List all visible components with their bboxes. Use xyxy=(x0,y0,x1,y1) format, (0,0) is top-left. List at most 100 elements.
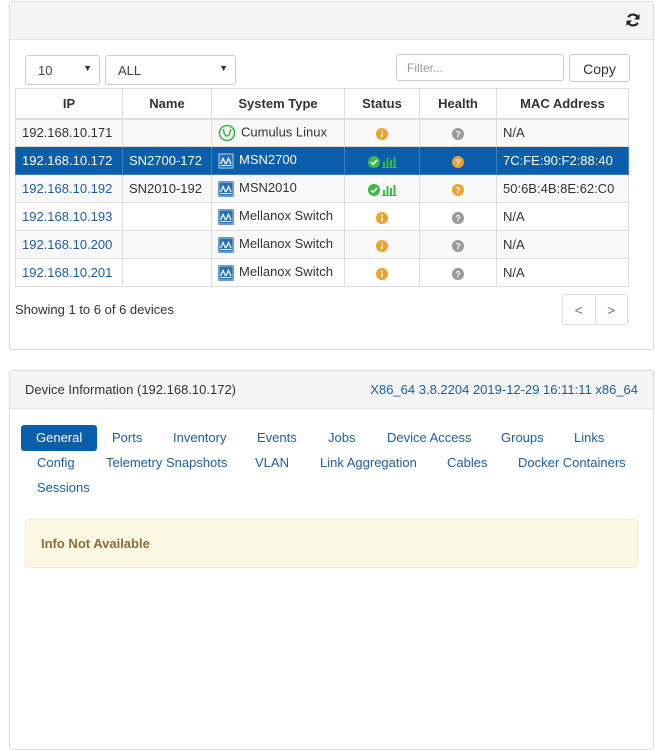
cell-system-type: Mellanox Switch xyxy=(211,230,345,259)
mellanox-icon xyxy=(218,236,234,253)
tab-config[interactable]: Config xyxy=(37,455,75,470)
tab-vlan[interactable]: VLAN xyxy=(255,455,289,470)
cell-health: ? xyxy=(419,230,497,259)
svg-text:?: ? xyxy=(455,269,461,279)
system-type-label: Cumulus Linux xyxy=(241,124,327,140)
svg-text:?: ? xyxy=(455,213,461,223)
table-row[interactable]: 192.168.10.172 SN2700-172 MSN2700? 7C:FE:90… xyxy=(15,146,629,175)
cell-ip[interactable]: 192.168.10.192 xyxy=(15,174,123,203)
mellanox-icon xyxy=(218,208,234,225)
column-header-system-type[interactable]: System Type xyxy=(211,88,345,120)
bar-chart-icon[interactable] xyxy=(381,184,397,196)
cell-name: SN2700-172 xyxy=(122,146,212,175)
cell-status xyxy=(344,258,420,287)
system-type-label: MSN2700 xyxy=(239,152,297,168)
cell-health: ? xyxy=(419,202,497,231)
question-icon: ? xyxy=(452,211,464,224)
cell-ip[interactable]: 192.168.10.200 xyxy=(15,230,123,259)
cell-status xyxy=(344,118,420,147)
cell-mac: N/A xyxy=(496,258,629,287)
cell-health: ? xyxy=(419,174,497,203)
device-info-header: Device Information (192.168.10.172) X86_… xyxy=(10,371,653,409)
table-row[interactable]: 192.168.10.193 Mellanox Switch? N/A xyxy=(15,202,629,231)
cell-system-type: Mellanox Switch xyxy=(211,202,345,231)
cell-ip[interactable]: 192.168.10.201 xyxy=(15,258,123,287)
column-header-status[interactable]: Status xyxy=(344,88,420,120)
type-filter-select[interactable]: ALL ▼ xyxy=(105,55,236,85)
type-filter-value: ALL xyxy=(118,63,142,78)
tab-jobs[interactable]: Jobs xyxy=(328,430,355,445)
filter-input[interactable] xyxy=(396,54,564,81)
svg-text:?: ? xyxy=(455,129,461,139)
tab-general[interactable]: General xyxy=(21,425,98,451)
tab-telemetry-snapshots[interactable]: Telemetry Snapshots xyxy=(106,455,227,470)
column-header-ip[interactable]: IP xyxy=(15,88,123,120)
tab-inventory[interactable]: Inventory xyxy=(173,430,226,445)
mellanox-icon xyxy=(218,152,234,169)
cell-ip[interactable]: 192.168.10.172 xyxy=(15,146,123,175)
device-info-panel: Device Information (192.168.10.172) X86_… xyxy=(9,370,654,750)
table-header-row: IP Name System Type Status Health MAC Ad… xyxy=(15,88,629,120)
info-icon xyxy=(376,127,388,140)
tab-links[interactable]: Links xyxy=(574,430,604,445)
cell-mac: 50:6B:4B:8E:62:C0 xyxy=(496,174,629,203)
cell-name xyxy=(122,202,212,231)
refresh-icon[interactable] xyxy=(625,12,641,28)
cell-name: SN2010-192 xyxy=(122,174,212,203)
column-header-name[interactable]: Name xyxy=(122,88,212,120)
prev-page-button[interactable]: < xyxy=(563,295,596,324)
system-type-label: Mellanox Switch xyxy=(239,208,333,224)
tab-events[interactable]: Events xyxy=(257,430,297,445)
info-icon xyxy=(376,239,388,252)
cell-health: ? xyxy=(419,146,497,175)
table-row[interactable]: 192.168.10.171 Cumulus Linux? N/A xyxy=(15,118,629,147)
info-alert: Info Not Available xyxy=(25,519,638,568)
system-type-label: MSN2010 xyxy=(239,180,297,196)
system-type-label: Mellanox Switch xyxy=(239,264,333,280)
check-circle-icon xyxy=(367,183,380,196)
devices-table: IP Name System Type Status Health MAC Ad… xyxy=(15,88,629,287)
cell-status xyxy=(344,230,420,259)
system-type-label: Mellanox Switch xyxy=(239,236,333,252)
tab-link-aggregation[interactable]: Link Aggregation xyxy=(320,455,417,470)
question-icon: ? xyxy=(452,239,464,252)
devices-panel-header xyxy=(10,2,653,40)
tab-cables[interactable]: Cables xyxy=(447,455,487,470)
device-version: X86_64 3.8.2204 2019-12-29 16:11:11 x86_… xyxy=(370,382,638,397)
svg-text:?: ? xyxy=(455,241,461,251)
table-row[interactable]: 192.168.10.201 Mellanox Switch? N/A xyxy=(15,258,629,287)
cell-name xyxy=(122,230,212,259)
cell-status xyxy=(344,202,420,231)
question-icon: ? xyxy=(452,183,464,196)
cell-status xyxy=(344,174,420,203)
copy-button[interactable]: Copy xyxy=(569,54,630,82)
info-icon xyxy=(376,211,388,224)
cell-mac: 7C:FE:90:F2:88:40 xyxy=(496,146,629,175)
column-header-health[interactable]: Health xyxy=(419,88,497,120)
cell-status xyxy=(344,146,420,175)
cell-mac: N/A xyxy=(496,230,629,259)
device-info-title: Device Information (192.168.10.172) xyxy=(25,382,237,397)
showing-count: Showing 1 to 6 of 6 devices xyxy=(15,302,174,317)
page-size-select[interactable]: 10 ▼ xyxy=(25,55,100,85)
pagination: < > xyxy=(562,294,628,325)
column-header-mac[interactable]: MAC Address xyxy=(496,88,629,120)
table-row[interactable]: 192.168.10.192 SN2010-192 MSN2010? 50:6B:4B… xyxy=(15,174,629,203)
tab-docker-containers[interactable]: Docker Containers xyxy=(518,455,626,470)
chevron-down-icon: ▼ xyxy=(83,63,92,73)
bar-chart-icon[interactable] xyxy=(381,156,397,168)
tab-ports[interactable]: Ports xyxy=(112,430,142,445)
cell-name xyxy=(122,258,212,287)
cell-health: ? xyxy=(419,118,497,147)
cell-ip[interactable]: 192.168.10.171 xyxy=(15,118,123,147)
table-row[interactable]: 192.168.10.200 Mellanox Switch? N/A xyxy=(15,230,629,259)
chevron-down-icon: ▼ xyxy=(219,63,228,73)
svg-text:?: ? xyxy=(455,157,461,167)
tab-groups[interactable]: Groups xyxy=(501,430,544,445)
question-icon: ? xyxy=(452,267,464,280)
tab-sessions[interactable]: Sessions xyxy=(37,480,90,495)
tab-device-access[interactable]: Device Access xyxy=(387,430,472,445)
next-page-button[interactable]: > xyxy=(596,295,628,324)
cumulus-icon xyxy=(218,124,236,142)
cell-ip[interactable]: 192.168.10.193 xyxy=(15,202,123,231)
